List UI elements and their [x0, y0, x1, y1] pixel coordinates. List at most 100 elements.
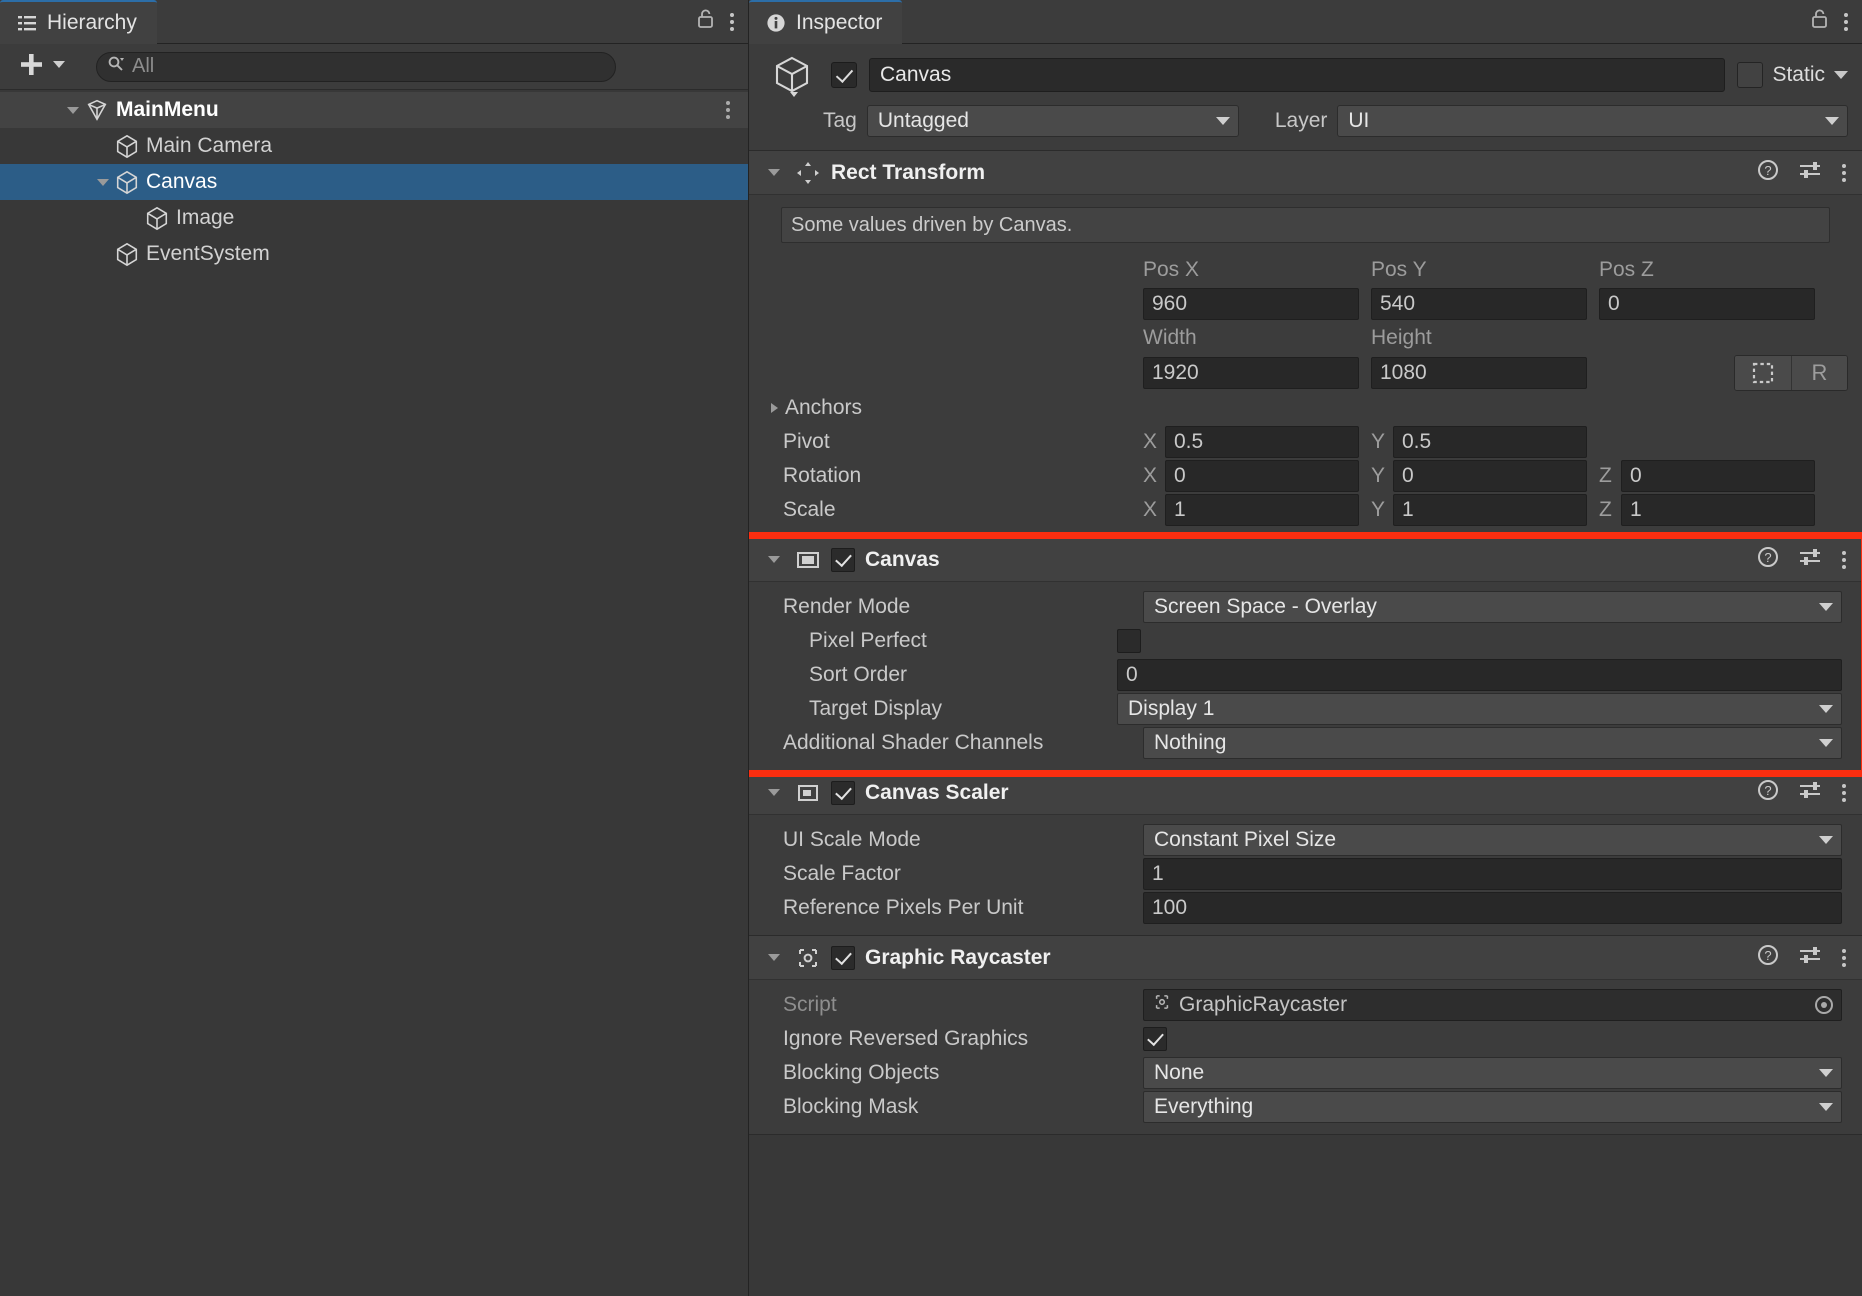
rotation-x-input[interactable]: 0	[1165, 460, 1359, 492]
component-enabled-checkbox[interactable]	[831, 945, 855, 970]
kebab-menu-icon[interactable]	[730, 12, 734, 31]
component-header-actions: ?	[1756, 778, 1862, 807]
component-enabled-checkbox[interactable]	[831, 547, 855, 572]
scale-y-input[interactable]: 1	[1393, 494, 1587, 526]
component-header-canvas-scaler[interactable]: Canvas Scaler?	[749, 771, 1862, 815]
chevron-down-icon[interactable]	[92, 178, 114, 186]
component-header-graphic-raycaster[interactable]: Graphic Raycaster?	[749, 936, 1862, 980]
add-gameobject-button[interactable]	[10, 47, 74, 86]
blocking-objects-dropdown[interactable]: None	[1143, 1057, 1842, 1089]
pivot-y-input[interactable]: 0.5	[1393, 426, 1587, 458]
ui-scale-mode-dropdown[interactable]: Constant Pixel Size	[1143, 824, 1842, 856]
script-object-field[interactable]: GraphicRaycaster	[1143, 989, 1842, 1021]
kebab-menu-icon[interactable]	[1842, 163, 1846, 182]
rotation-y-input[interactable]: 0	[1393, 460, 1587, 492]
component-header-actions: ?	[1756, 158, 1862, 187]
field-label: Reference Pixels Per Unit	[783, 896, 1024, 919]
help-icon[interactable]: ?	[1756, 545, 1780, 574]
hierarchy-item-label: EventSystem	[146, 242, 270, 265]
chevron-down-icon[interactable]	[763, 556, 785, 563]
lock-open-icon[interactable]	[1810, 8, 1830, 35]
svg-text:?: ?	[1764, 163, 1771, 178]
blocking-mask-dropdown[interactable]: Everything	[1143, 1091, 1842, 1123]
component-header-rect-transform[interactable]: Rect Transform?	[749, 151, 1862, 195]
sort-order-input[interactable]: 0	[1117, 659, 1842, 691]
chevron-right-icon[interactable]	[763, 403, 785, 413]
chevron-down-icon[interactable]	[1834, 71, 1848, 79]
reference-pixels-per-unit-input[interactable]: 100	[1143, 892, 1842, 924]
tag-dropdown[interactable]: Untagged	[866, 105, 1239, 137]
preset-icon[interactable]	[1798, 158, 1824, 187]
pos-x-input[interactable]: 960	[1143, 288, 1359, 320]
pivot-x-input[interactable]: 0.5	[1165, 426, 1359, 458]
object-picker-icon[interactable]	[1815, 996, 1833, 1014]
pixel-perfect-checkbox[interactable]	[1117, 629, 1141, 653]
rect-transform-icon	[795, 160, 821, 186]
preset-icon[interactable]	[1798, 545, 1824, 574]
kebab-menu-icon[interactable]	[1844, 12, 1848, 31]
layer-dropdown[interactable]: UI	[1337, 105, 1848, 137]
field-row-pixel-perfect: Pixel Perfect	[749, 624, 1862, 658]
canvas-scaler-icon	[795, 780, 821, 806]
scale-z-input[interactable]: 1	[1621, 494, 1815, 526]
search-input[interactable]: All	[96, 51, 616, 82]
chevron-down-icon[interactable]	[763, 789, 785, 796]
preset-icon[interactable]	[1798, 943, 1824, 972]
pos-y-input[interactable]: 540	[1371, 288, 1587, 320]
hierarchy-item-mainmenu[interactable]: MainMenu	[0, 92, 748, 128]
component-title: Canvas	[865, 547, 940, 571]
kebab-menu-icon[interactable]	[1842, 783, 1846, 802]
anchors-foldout[interactable]: Anchors	[749, 391, 1862, 425]
help-icon[interactable]: ?	[1756, 778, 1780, 807]
component-enabled-checkbox[interactable]	[831, 780, 855, 805]
anchor-preset-icon[interactable]	[1735, 356, 1791, 390]
render-mode-dropdown[interactable]: Screen Space - Overlay	[1143, 591, 1842, 623]
hierarchy-item-eventsystem[interactable]: EventSystem	[0, 236, 748, 272]
unity-editor-window: Hierarchy All MainMenu Main Camera Canva…	[0, 0, 1862, 1296]
tab-inspector[interactable]: Inspector	[749, 0, 903, 44]
ignore-reversed-graphics-checkbox[interactable]	[1143, 1027, 1167, 1051]
component-header-canvas[interactable]: Canvas?	[749, 538, 1862, 582]
hierarchy-item-main-camera[interactable]: Main Camera	[0, 128, 748, 164]
chevron-down-icon[interactable]	[62, 106, 84, 114]
preset-icon[interactable]	[1798, 778, 1824, 807]
static-toggle[interactable]: Static	[1737, 62, 1848, 88]
hierarchy-toolbar: All	[0, 44, 748, 90]
position-fields: 960 540 0	[749, 287, 1862, 321]
chevron-down-icon[interactable]	[763, 954, 785, 961]
lock-open-icon[interactable]	[696, 8, 716, 35]
help-icon[interactable]: ?	[1756, 943, 1780, 972]
pos-z-input[interactable]: 0	[1599, 288, 1815, 320]
gameobject-icon	[114, 241, 140, 267]
additional-shader-channels-dropdown[interactable]: Nothing	[1143, 727, 1842, 759]
raw-edit-toggle[interactable]: R	[1791, 356, 1847, 390]
field-label: Rotation	[783, 464, 862, 487]
gameobject-name-input[interactable]: Canvas	[869, 58, 1726, 92]
kebab-menu-icon[interactable]	[1842, 948, 1846, 967]
width-input[interactable]: 1920	[1143, 357, 1359, 389]
driven-values-note: Some values driven by Canvas.	[781, 207, 1830, 243]
kebab-menu-icon[interactable]	[1842, 550, 1846, 569]
plus-icon	[16, 49, 46, 84]
target-display-dropdown[interactable]: Display 1	[1117, 693, 1842, 725]
height-input[interactable]: 1080	[1371, 357, 1587, 389]
field-label: UI Scale Mode	[783, 828, 921, 851]
dropdown-value: Everything	[1154, 1095, 1254, 1118]
rotation-z-input[interactable]: 0	[1621, 460, 1815, 492]
field-label: Additional Shader Channels	[783, 731, 1044, 754]
chevron-down-icon[interactable]	[763, 169, 785, 176]
hierarchy-item-canvas[interactable]: Canvas	[0, 164, 748, 200]
hierarchy-item-image[interactable]: Image	[0, 200, 748, 236]
scale-x-input[interactable]: 1	[1165, 494, 1359, 526]
scale-factor-input[interactable]: 1	[1143, 858, 1842, 890]
hierarchy-item-label: Main Camera	[146, 134, 273, 157]
field-label: Target Display	[809, 697, 943, 720]
tab-hierarchy[interactable]: Hierarchy	[0, 0, 157, 44]
kebab-menu-icon[interactable]	[726, 101, 748, 119]
inspector-tabbar: Inspector	[749, 0, 1862, 44]
help-icon[interactable]: ?	[1756, 158, 1780, 187]
tag-label: Tag	[823, 109, 857, 132]
gameobject-enabled-checkbox[interactable]	[831, 62, 857, 88]
scene-icon	[84, 97, 110, 123]
static-checkbox[interactable]	[1737, 62, 1764, 88]
